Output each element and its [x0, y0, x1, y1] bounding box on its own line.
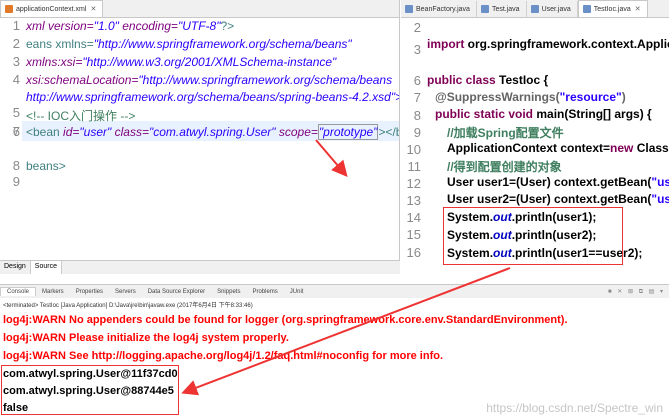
- line-number: 3: [413, 42, 421, 57]
- tab-label: applicationContext.xml: [16, 5, 87, 13]
- java-class-line: public class TestIoc {: [427, 73, 549, 87]
- console-tabbar: Console Markers Properties Servers Data …: [0, 285, 669, 298]
- tab-design[interactable]: Design: [0, 261, 31, 274]
- java-import-line: import org.springframework.context.Appli…: [427, 37, 669, 51]
- java-file-icon: [582, 5, 591, 13]
- tab-console[interactable]: Console: [0, 287, 37, 296]
- tab-application-context[interactable]: applicationContext.xml ✕: [0, 0, 104, 17]
- line-number-gutter: 1 2 3 4 5 6 7 8 9: [0, 18, 22, 260]
- tab-beanfactory[interactable]: BeanFactory.java: [401, 1, 477, 17]
- line-number: 7: [413, 90, 421, 105]
- line-number: 16: [406, 245, 421, 260]
- tab-properties[interactable]: Properties: [70, 288, 109, 296]
- xml-line-7: <bean id="user" class="com.atwyl.spring.…: [26, 124, 399, 140]
- java-file-icon: [405, 5, 413, 13]
- tab-user[interactable]: User.java: [527, 1, 578, 17]
- java-line-gutter: 2 3 6 7 8 9 10 11 12 13 14 15 16: [401, 18, 423, 275]
- watermark: https://blog.csdn.net/Spectre_win: [486, 401, 663, 415]
- xml-line-2: eans xmlns="http://www.springframework.o…: [26, 37, 352, 51]
- java-user1-line: User user1=(User) context.getBean("user"…: [447, 175, 669, 189]
- xml-editor: applicationContext.xml ✕ 1 2 3 4 5 6 7 8…: [0, 0, 400, 260]
- output-highlight-box: [1, 365, 179, 415]
- scope-value: "prototype": [317, 124, 379, 140]
- tab-markers[interactable]: Markers: [36, 288, 70, 296]
- design-source-tabs: Design Source: [0, 260, 400, 274]
- line-number: 9: [12, 174, 20, 189]
- java-main-line: public static void main(String[] args) {: [435, 107, 652, 121]
- xml-editor-tabbar: applicationContext.xml ✕: [0, 0, 399, 18]
- xml-file-icon: [5, 5, 13, 13]
- line-number: 8: [12, 158, 20, 173]
- java-comment-2: //得到配置创建的对象: [447, 160, 562, 174]
- java-editor: BeanFactory.java Test.java User.java Tes…: [401, 0, 669, 275]
- console-status: <terminated> TestIoc [Java Application] …: [3, 303, 253, 309]
- xml-line-9: beans>: [26, 159, 66, 173]
- line-number: 13: [406, 193, 421, 208]
- line-number: 10: [406, 142, 421, 157]
- tab-servers[interactable]: Servers: [109, 288, 142, 296]
- line-number: 12: [406, 176, 421, 191]
- line-number-7: 7: [12, 124, 20, 139]
- console-view: Console Markers Properties Servers Data …: [0, 284, 669, 419]
- console-warn-1: log4j:WARN No appenders could be found f…: [3, 314, 568, 326]
- java-comment-1: //加载Spring配置文件: [447, 126, 564, 140]
- tab-source[interactable]: Source: [30, 261, 62, 274]
- line-number: 2: [413, 20, 421, 35]
- tab-problems[interactable]: Problems: [246, 288, 283, 296]
- java-context-line: ApplicationContext context=new ClassPath…: [447, 141, 669, 155]
- xml-line-1: xml version="1.0" encoding="UTF-8"?>: [26, 19, 235, 33]
- console-warn-2: log4j:WARN Please initialize the log4j s…: [3, 332, 289, 344]
- print-highlight-box: [443, 207, 623, 265]
- java-file-icon: [530, 5, 539, 13]
- xml-line-3: xmlns:xsi="http://www.w3.org/2001/XMLSch…: [26, 55, 337, 69]
- line-number: 14: [406, 210, 421, 225]
- tab-junit[interactable]: JUnit: [284, 288, 310, 296]
- java-annotation-line: @SuppressWarnings("resource"): [435, 90, 626, 104]
- line-number: 6: [413, 73, 421, 88]
- line-number: 3: [12, 54, 20, 69]
- xml-line-4-cont: http://www.springframework.org/schema/be…: [26, 90, 400, 104]
- tab-snippets[interactable]: Snippets: [211, 288, 246, 296]
- line-number: 15: [406, 227, 421, 242]
- line-number: 9: [413, 125, 421, 140]
- line-number: 8: [413, 108, 421, 123]
- xml-comment: <!-- IOC入门操作 -->: [26, 109, 136, 123]
- line-number: 4: [12, 72, 20, 87]
- line-number: 5: [12, 105, 20, 120]
- console-toolbar: ■ ✕ ⊠ ⧉ ▤ ▾: [608, 288, 665, 295]
- tab-testioc[interactable]: TestIoc.java ✕: [577, 0, 648, 17]
- xml-line-4: xsi:schemaLocation="http://www.springfra…: [26, 73, 393, 87]
- line-number: 2: [12, 36, 20, 51]
- java-user2-line: User user2=(User) context.getBean("user"…: [447, 192, 669, 206]
- close-icon[interactable]: ✕: [90, 5, 96, 13]
- console-warn-3: log4j:WARN See http://logging.apache.org…: [3, 350, 444, 362]
- java-editor-tabbar: BeanFactory.java Test.java User.java Tes…: [401, 0, 669, 18]
- line-number: 1: [12, 18, 20, 33]
- close-icon[interactable]: ✕: [635, 5, 641, 13]
- java-file-icon: [480, 5, 489, 13]
- tab-data-source[interactable]: Data Source Explorer: [142, 288, 211, 296]
- line-number: 11: [407, 159, 422, 174]
- tab-test[interactable]: Test.java: [477, 1, 527, 17]
